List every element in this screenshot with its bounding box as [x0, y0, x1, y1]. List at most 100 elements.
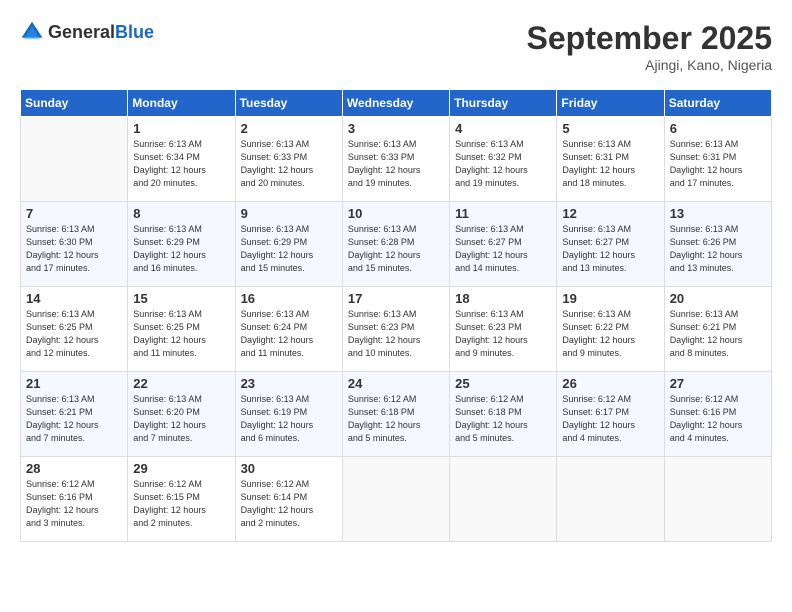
day-number: 15 [133, 291, 229, 306]
day-number: 12 [562, 206, 658, 221]
day-cell: 4 Sunrise: 6:13 AM Sunset: 6:32 PM Daylig… [450, 117, 557, 202]
day-info: Sunrise: 6:13 AM Sunset: 6:33 PM Dayligh… [241, 138, 337, 190]
calendar-table: SundayMondayTuesdayWednesdayThursdayFrid… [20, 89, 772, 542]
day-info: Sunrise: 6:13 AM Sunset: 6:31 PM Dayligh… [670, 138, 766, 190]
day-number: 18 [455, 291, 551, 306]
day-number: 22 [133, 376, 229, 391]
day-cell: 26 Sunrise: 6:12 AM Sunset: 6:17 PM Dayli… [557, 372, 664, 457]
day-cell: 6 Sunrise: 6:13 AM Sunset: 6:31 PM Daylig… [664, 117, 771, 202]
month-title: September 2025 [527, 20, 772, 57]
day-cell: 19 Sunrise: 6:13 AM Sunset: 6:22 PM Dayli… [557, 287, 664, 372]
day-number: 14 [26, 291, 122, 306]
day-info: Sunrise: 6:13 AM Sunset: 6:25 PM Dayligh… [26, 308, 122, 360]
day-info: Sunrise: 6:13 AM Sunset: 6:27 PM Dayligh… [562, 223, 658, 275]
page-header: GeneralBlue September 2025 Ajingi, Kano,… [20, 20, 772, 73]
day-cell: 30Sunrise: 6:12 AM Sunset: 6:14 PM Dayli… [235, 457, 342, 542]
day-info: Sunrise: 6:13 AM Sunset: 6:24 PM Dayligh… [241, 308, 337, 360]
day-number: 16 [241, 291, 337, 306]
title-area: September 2025 Ajingi, Kano, Nigeria [527, 20, 772, 73]
day-info: Sunrise: 6:12 AM Sunset: 6:17 PM Dayligh… [562, 393, 658, 445]
day-cell [450, 457, 557, 542]
col-header-tuesday: Tuesday [235, 90, 342, 117]
day-number: 3 [348, 121, 444, 136]
day-info: Sunrise: 6:13 AM Sunset: 6:32 PM Dayligh… [455, 138, 551, 190]
day-info: Sunrise: 6:12 AM Sunset: 6:16 PM Dayligh… [26, 478, 122, 530]
week-row-1: 1Sunrise: 6:13 AM Sunset: 6:34 PM Daylig… [21, 117, 772, 202]
day-info: Sunrise: 6:12 AM Sunset: 6:14 PM Dayligh… [241, 478, 337, 530]
day-cell: 3Sunrise: 6:13 AM Sunset: 6:33 PM Daylig… [342, 117, 449, 202]
day-info: Sunrise: 6:12 AM Sunset: 6:18 PM Dayligh… [348, 393, 444, 445]
day-number: 17 [348, 291, 444, 306]
day-number: 24 [348, 376, 444, 391]
day-cell [21, 117, 128, 202]
day-number: 20 [670, 291, 766, 306]
day-info: Sunrise: 6:13 AM Sunset: 6:23 PM Dayligh… [348, 308, 444, 360]
day-number: 6 [670, 121, 766, 136]
day-number: 13 [670, 206, 766, 221]
col-header-thursday: Thursday [450, 90, 557, 117]
logo-blue: Blue [115, 22, 154, 42]
day-cell: 20 Sunrise: 6:13 AM Sunset: 6:21 PM Dayli… [664, 287, 771, 372]
day-info: Sunrise: 6:13 AM Sunset: 6:29 PM Dayligh… [133, 223, 229, 275]
col-header-monday: Monday [128, 90, 235, 117]
day-info: Sunrise: 6:13 AM Sunset: 6:19 PM Dayligh… [241, 393, 337, 445]
day-info: Sunrise: 6:13 AM Sunset: 6:29 PM Dayligh… [241, 223, 337, 275]
day-cell [557, 457, 664, 542]
day-info: Sunrise: 6:13 AM Sunset: 6:31 PM Dayligh… [562, 138, 658, 190]
day-info: Sunrise: 6:13 AM Sunset: 6:23 PM Dayligh… [455, 308, 551, 360]
day-number: 28 [26, 461, 122, 476]
day-info: Sunrise: 6:13 AM Sunset: 6:25 PM Dayligh… [133, 308, 229, 360]
day-number: 21 [26, 376, 122, 391]
calendar-header-row: SundayMondayTuesdayWednesdayThursdayFrid… [21, 90, 772, 117]
day-cell: 12 Sunrise: 6:13 AM Sunset: 6:27 PM Dayli… [557, 202, 664, 287]
day-cell: 5Sunrise: 6:13 AM Sunset: 6:31 PM Daylig… [557, 117, 664, 202]
logo-icon [20, 20, 44, 44]
day-info: Sunrise: 6:13 AM Sunset: 6:34 PM Dayligh… [133, 138, 229, 190]
location: Ajingi, Kano, Nigeria [527, 57, 772, 73]
day-info: Sunrise: 6:13 AM Sunset: 6:22 PM Dayligh… [562, 308, 658, 360]
day-cell: 2Sunrise: 6:13 AM Sunset: 6:33 PM Daylig… [235, 117, 342, 202]
day-cell: 27 Sunrise: 6:12 AM Sunset: 6:16 PM Dayli… [664, 372, 771, 457]
col-header-friday: Friday [557, 90, 664, 117]
day-info: Sunrise: 6:13 AM Sunset: 6:27 PM Dayligh… [455, 223, 551, 275]
week-row-2: 7Sunrise: 6:13 AM Sunset: 6:30 PM Daylig… [21, 202, 772, 287]
day-info: Sunrise: 6:13 AM Sunset: 6:21 PM Dayligh… [26, 393, 122, 445]
day-info: Sunrise: 6:13 AM Sunset: 6:21 PM Dayligh… [670, 308, 766, 360]
col-header-sunday: Sunday [21, 90, 128, 117]
day-cell: 16 Sunrise: 6:13 AM Sunset: 6:24 PM Dayli… [235, 287, 342, 372]
day-cell: 24 Sunrise: 6:12 AM Sunset: 6:18 PM Dayli… [342, 372, 449, 457]
day-cell: 8 Sunrise: 6:13 AM Sunset: 6:29 PM Daylig… [128, 202, 235, 287]
day-number: 26 [562, 376, 658, 391]
day-number: 29 [133, 461, 229, 476]
day-info: Sunrise: 6:12 AM Sunset: 6:15 PM Dayligh… [133, 478, 229, 530]
week-row-5: 28 Sunrise: 6:12 AM Sunset: 6:16 PM Dayli… [21, 457, 772, 542]
day-cell [342, 457, 449, 542]
day-cell: 13Sunrise: 6:13 AM Sunset: 6:26 PM Dayli… [664, 202, 771, 287]
day-cell: 14 Sunrise: 6:13 AM Sunset: 6:25 PM Dayli… [21, 287, 128, 372]
day-cell: 15 Sunrise: 6:13 AM Sunset: 6:25 PM Dayli… [128, 287, 235, 372]
day-cell: 18 Sunrise: 6:13 AM Sunset: 6:23 PM Dayli… [450, 287, 557, 372]
col-header-saturday: Saturday [664, 90, 771, 117]
day-cell: 1Sunrise: 6:13 AM Sunset: 6:34 PM Daylig… [128, 117, 235, 202]
day-info: Sunrise: 6:12 AM Sunset: 6:16 PM Dayligh… [670, 393, 766, 445]
day-cell: 29 Sunrise: 6:12 AM Sunset: 6:15 PM Dayli… [128, 457, 235, 542]
day-cell: 17 Sunrise: 6:13 AM Sunset: 6:23 PM Dayli… [342, 287, 449, 372]
day-number: 27 [670, 376, 766, 391]
day-number: 19 [562, 291, 658, 306]
logo-general: General [48, 22, 115, 42]
logo: GeneralBlue [20, 20, 154, 44]
day-cell: 23 Sunrise: 6:13 AM Sunset: 6:19 PM Dayli… [235, 372, 342, 457]
day-info: Sunrise: 6:13 AM Sunset: 6:20 PM Dayligh… [133, 393, 229, 445]
day-cell: 22 Sunrise: 6:13 AM Sunset: 6:20 PM Dayli… [128, 372, 235, 457]
day-number: 4 [455, 121, 551, 136]
day-cell [664, 457, 771, 542]
day-info: Sunrise: 6:13 AM Sunset: 6:30 PM Dayligh… [26, 223, 122, 275]
week-row-3: 14 Sunrise: 6:13 AM Sunset: 6:25 PM Dayli… [21, 287, 772, 372]
day-number: 8 [133, 206, 229, 221]
day-cell: 7Sunrise: 6:13 AM Sunset: 6:30 PM Daylig… [21, 202, 128, 287]
day-number: 23 [241, 376, 337, 391]
col-header-wednesday: Wednesday [342, 90, 449, 117]
day-cell: 25Sunrise: 6:12 AM Sunset: 6:18 PM Dayli… [450, 372, 557, 457]
day-cell: 9Sunrise: 6:13 AM Sunset: 6:29 PM Daylig… [235, 202, 342, 287]
day-info: Sunrise: 6:13 AM Sunset: 6:28 PM Dayligh… [348, 223, 444, 275]
